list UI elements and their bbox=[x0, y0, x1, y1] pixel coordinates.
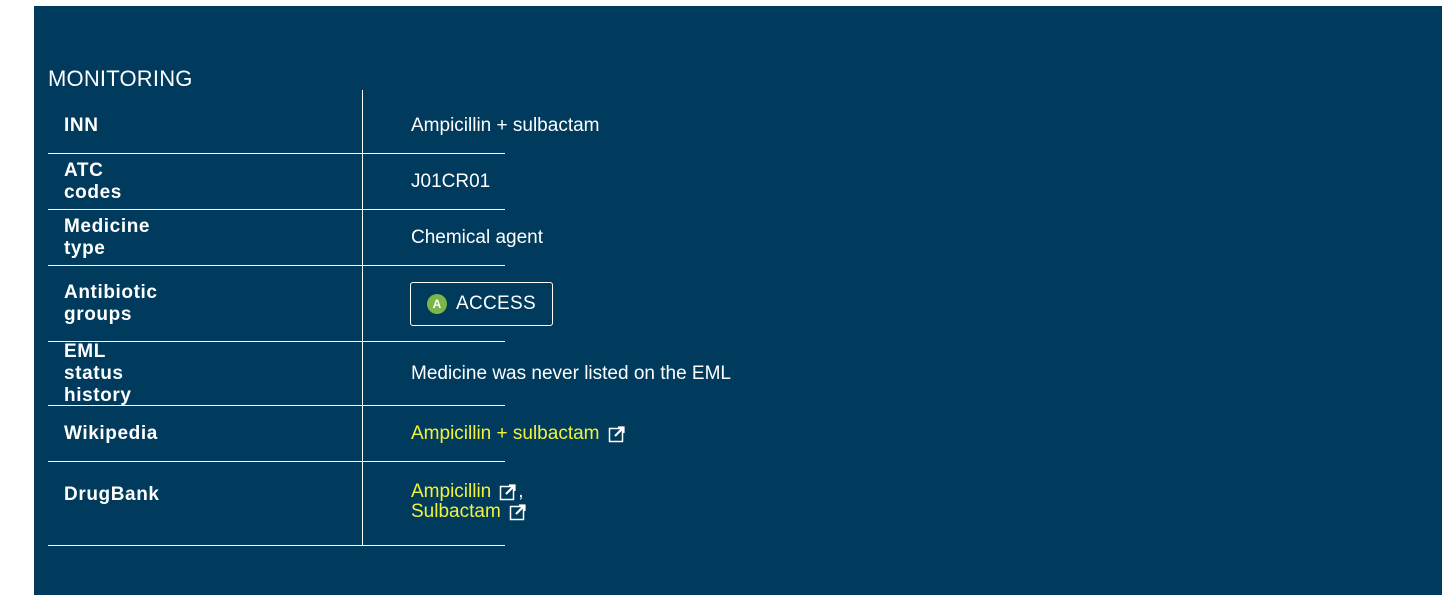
monitoring-panel: MONITORING INN Ampicillin + sulbactam AT… bbox=[34, 6, 1442, 595]
column-divider bbox=[362, 90, 363, 546]
external-link-icon bbox=[500, 484, 516, 501]
row-key: Medicine type bbox=[64, 216, 151, 259]
row-key: ATC codes bbox=[64, 160, 122, 203]
drugbank-link-sulbactam[interactable]: Sulbactam bbox=[411, 502, 527, 522]
external-link-icon bbox=[509, 504, 526, 521]
drugbank-link-label: Sulbactam bbox=[411, 501, 501, 522]
drugbank-link-ampicillin[interactable]: Ampicillin bbox=[411, 482, 517, 502]
row-value: J01CR01 bbox=[411, 171, 491, 192]
row-value: Medicine was never listed on the EML bbox=[411, 363, 731, 384]
row-key: Wikipedia bbox=[64, 423, 158, 444]
wikipedia-link[interactable]: Ampicillin + sulbactam bbox=[411, 423, 626, 445]
row-value: Ampicillin + sulbactam bbox=[411, 115, 600, 136]
access-letter-icon: A bbox=[427, 294, 447, 314]
link-separator: , bbox=[518, 481, 524, 502]
wikipedia-link-label: Ampicillin + sulbactam bbox=[411, 423, 600, 444]
drugbank-link-label: Ampicillin bbox=[411, 481, 492, 502]
row-value: A ACCESS bbox=[410, 266, 553, 342]
row-value: Ampicillin + sulbactam bbox=[411, 406, 626, 462]
row-key: INN bbox=[64, 115, 99, 136]
external-link-icon bbox=[608, 426, 625, 443]
row-value: Ampicillin , Sulbactam bbox=[411, 462, 527, 522]
row-key: Antibiotic groups bbox=[64, 282, 158, 325]
section-title: MONITORING bbox=[48, 66, 193, 91]
row-key: EML status history bbox=[64, 341, 132, 406]
row-divider bbox=[48, 545, 505, 546]
access-badge-label: ACCESS bbox=[456, 293, 536, 314]
row-value: Chemical agent bbox=[411, 227, 544, 248]
row-key: DrugBank bbox=[64, 484, 160, 505]
access-badge[interactable]: A ACCESS bbox=[410, 282, 553, 326]
